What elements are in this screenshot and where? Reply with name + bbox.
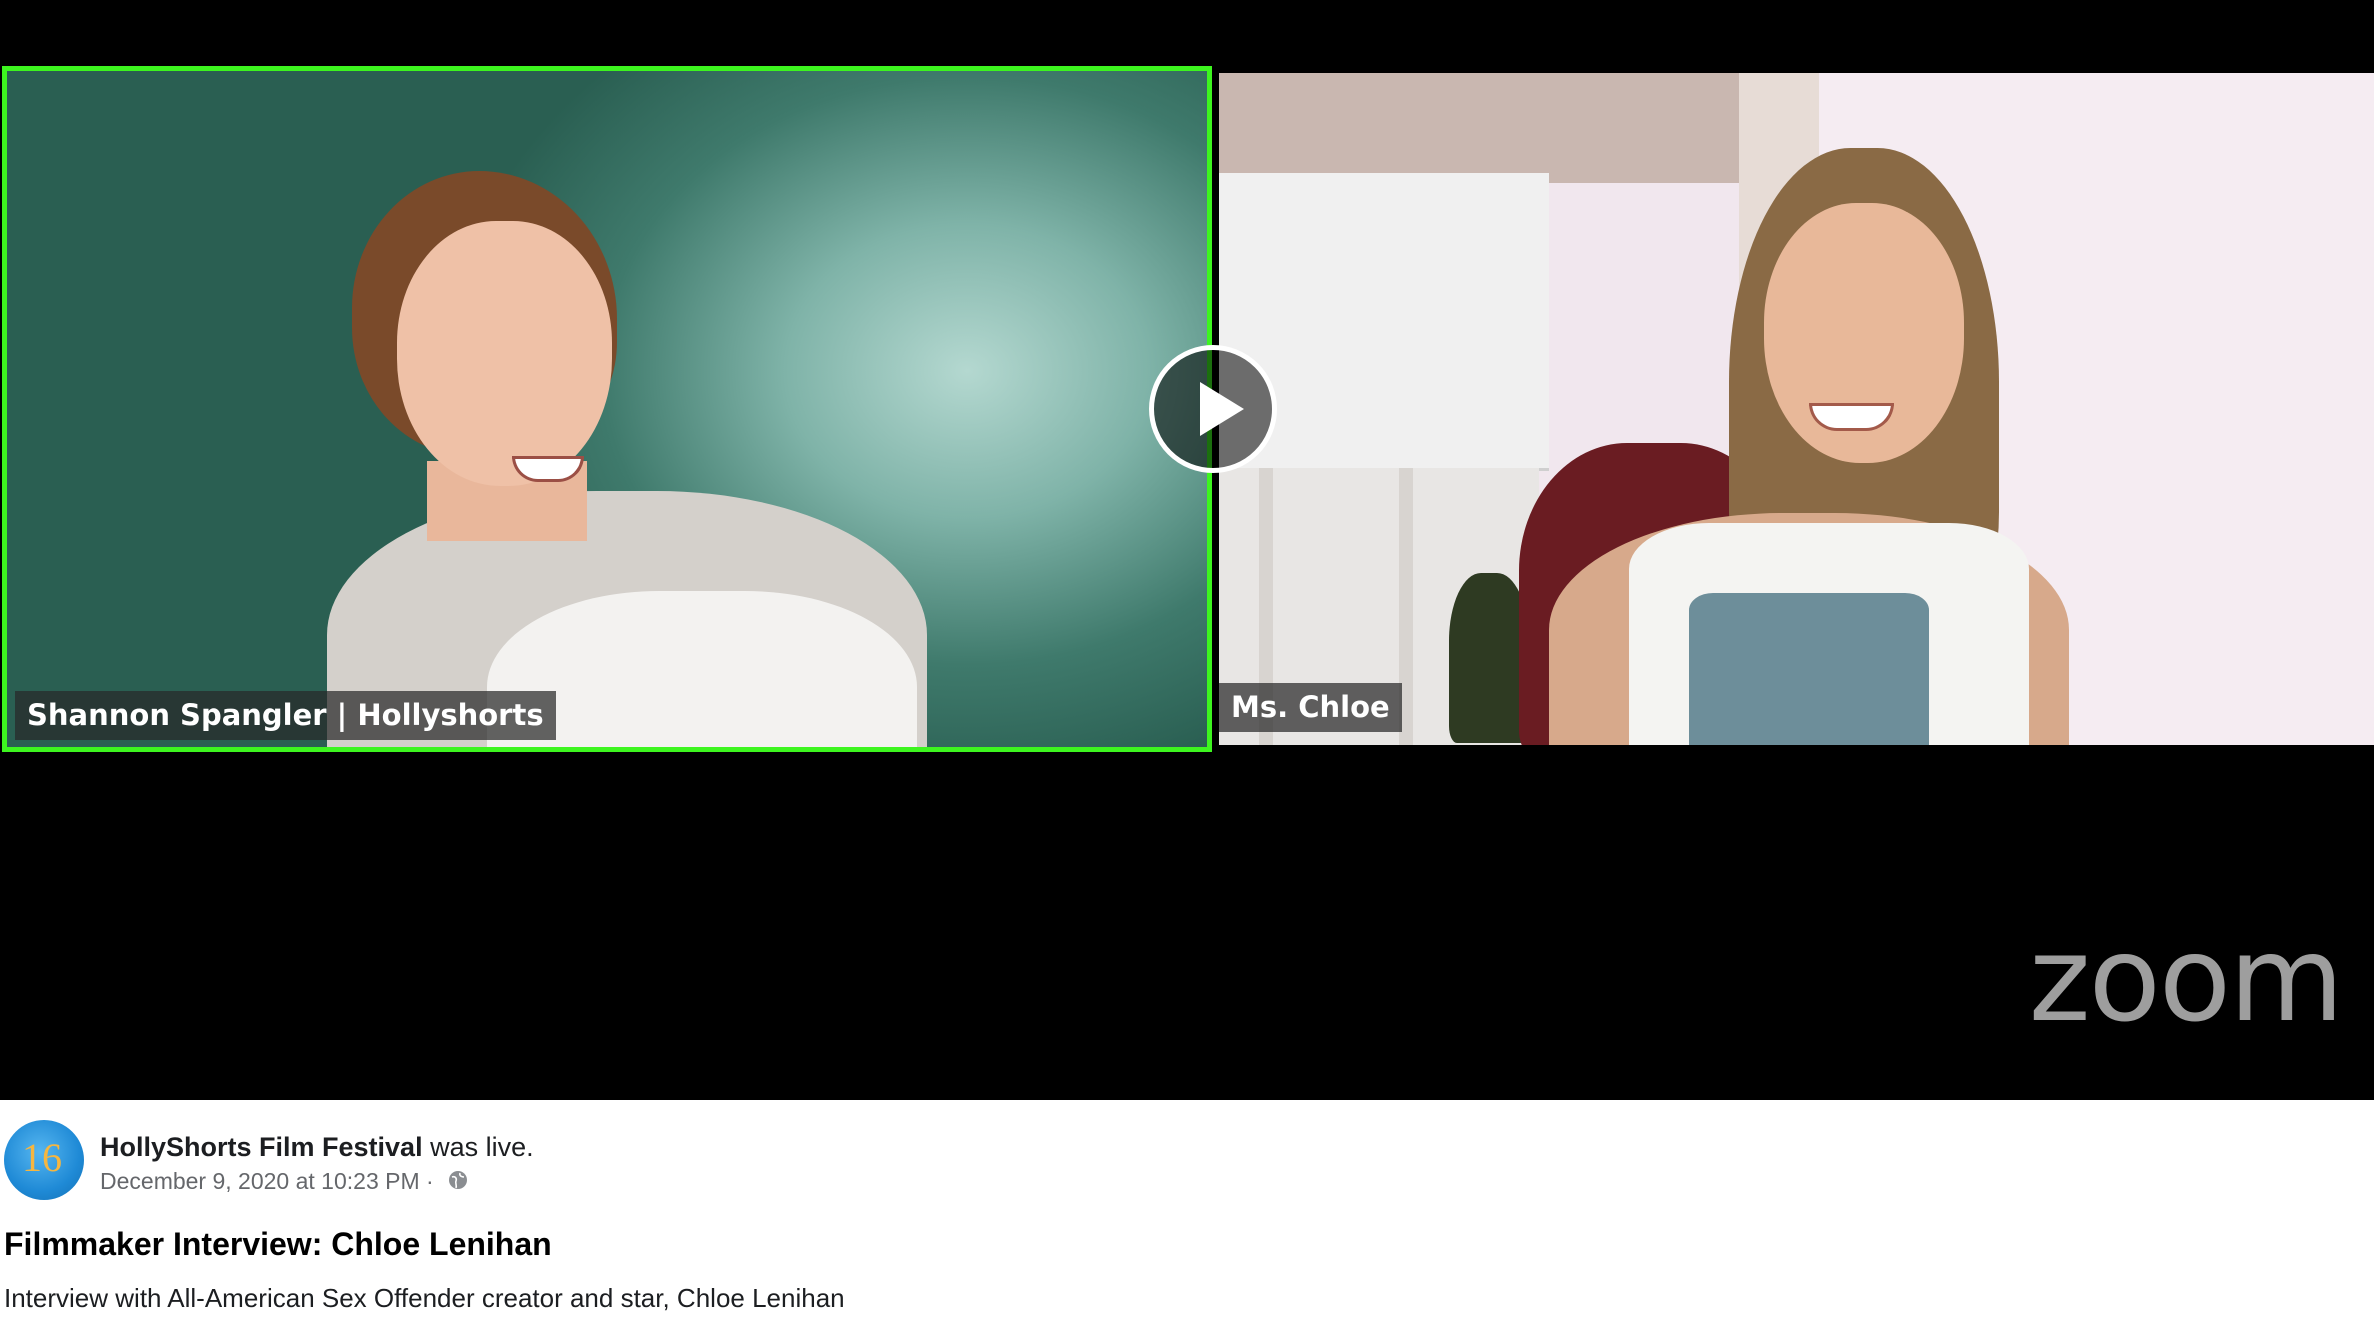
page-name-link[interactable]: HollyShorts Film Festival	[100, 1132, 423, 1162]
post-description: Interview with All-American Sex Offender…	[4, 1283, 845, 1313]
participant-name-label: Ms. Chloe	[1219, 683, 1402, 732]
background-ceiling	[1219, 73, 1739, 183]
video-player[interactable]: Shannon Spangler | Hollyshorts Ms. Chloe…	[0, 0, 2374, 1100]
post-header: HollyShorts Film Festival was live.	[100, 1132, 534, 1163]
play-button[interactable]	[1149, 345, 1277, 473]
play-icon	[1200, 382, 1244, 436]
zoom-watermark: zoom	[2028, 910, 2344, 1048]
background-plant	[1449, 573, 1529, 743]
post-details: 16 HollyShorts Film Festival was live. D…	[0, 1100, 2374, 1330]
meta-separator: ·	[419, 1168, 441, 1194]
participant-tile-shannon: Shannon Spangler | Hollyshorts	[2, 66, 1212, 752]
live-status-text: was live.	[422, 1132, 534, 1162]
avatar-text: 16	[22, 1135, 62, 1180]
post-timestamp[interactable]: December 9, 2020 at 10:23 PM	[100, 1168, 420, 1194]
post-meta: December 9, 2020 at 10:23 PM ·	[100, 1168, 468, 1196]
participant-video-tank	[1689, 593, 1929, 745]
participant-tile-chloe: Ms. Chloe	[1219, 73, 2374, 745]
participant-video-face	[397, 221, 612, 486]
post-title: Filmmaker Interview: Chloe Lenihan	[4, 1226, 552, 1262]
page-avatar[interactable]: 16	[4, 1120, 84, 1200]
page: Shannon Spangler | Hollyshorts Ms. Chloe…	[0, 0, 2374, 1330]
participant-name-label: Shannon Spangler | Hollyshorts	[15, 691, 556, 740]
globe-icon[interactable]	[448, 1169, 468, 1196]
